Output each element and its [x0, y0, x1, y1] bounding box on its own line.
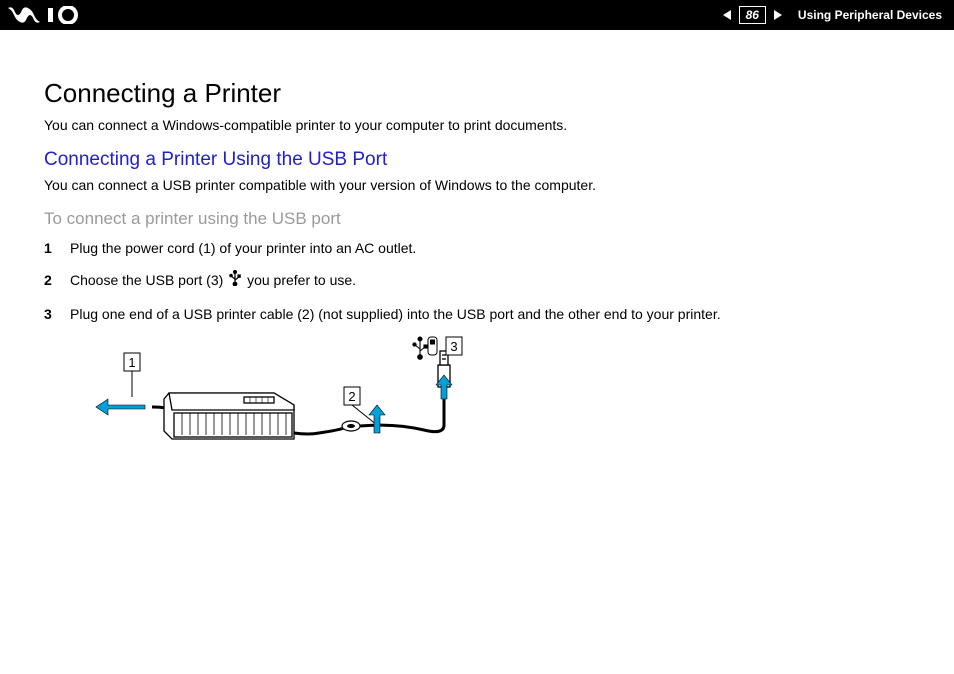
prev-page-arrow[interactable] — [721, 9, 733, 21]
step-1: Plug the power cord (1) of your printer … — [44, 237, 906, 259]
vaio-logo — [8, 6, 98, 24]
diagram-label-1: 1 — [128, 355, 135, 370]
steps-list: Plug the power cord (1) of your printer … — [44, 237, 906, 325]
next-page-arrow[interactable] — [772, 9, 784, 21]
header-nav: 86 Using Peripheral Devices — [721, 6, 942, 24]
printer-diagram: 1 — [94, 335, 906, 500]
step-3: Plug one end of a USB printer cable (2) … — [44, 303, 906, 325]
diagram-label-2: 2 — [348, 389, 355, 404]
intro-text: You can connect a Windows-compatible pri… — [44, 117, 906, 133]
header-bar: 86 Using Peripheral Devices — [0, 0, 954, 30]
sub-intro-text: You can connect a USB printer compatible… — [44, 177, 906, 193]
step-2-text-a: Choose the USB port (3) — [70, 272, 227, 288]
step-2-text-b: you prefer to use. — [243, 272, 356, 288]
step-2: Choose the USB port (3) you prefer to us… — [44, 269, 906, 292]
usb-icon — [229, 270, 241, 292]
page-content: Connecting a Printer You can connect a W… — [0, 30, 954, 500]
diagram-label-3: 3 — [450, 339, 457, 354]
subheading-usb: Connecting a Printer Using the USB Port — [44, 149, 906, 171]
section-label: Using Peripheral Devices — [790, 8, 942, 22]
page-number: 86 — [739, 6, 766, 24]
procedure-heading: To connect a printer using the USB port — [44, 209, 906, 229]
page-title: Connecting a Printer — [44, 78, 906, 109]
